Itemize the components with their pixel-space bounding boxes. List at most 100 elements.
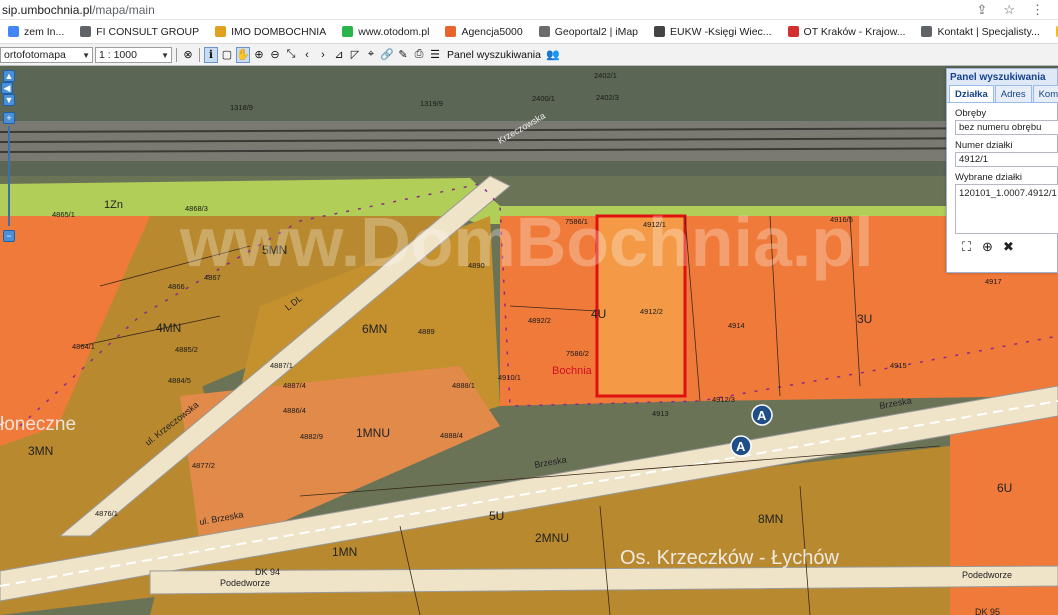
pan-down-icon[interactable]: ▼ <box>3 94 15 106</box>
coordinates-icon[interactable]: ⌖ <box>364 47 378 63</box>
parcel-label: 4916/5 <box>830 215 853 224</box>
bookmark-item[interactable]: Kontakt | Specjalisty... <box>913 20 1047 43</box>
users-icon[interactable]: 👥 <box>546 47 560 63</box>
next-view-icon[interactable]: › <box>316 47 330 63</box>
layer-select-value: ortofotomapa <box>4 48 66 61</box>
star-icon[interactable]: ☆ <box>1003 2 1015 18</box>
bookmarks-bar: zem In... FI CONSULT GROUP IMO DOMBOCHNIA w… <box>0 20 1058 44</box>
full-extent-icon[interactable]: ⤡ <box>284 47 298 63</box>
clear-icon[interactable]: ✖ <box>1001 239 1016 254</box>
road-number-label: DK 94 <box>255 567 280 577</box>
share-icon[interactable]: ⇪ <box>976 2 987 18</box>
parcel-label: 7586/2 <box>566 349 589 358</box>
toolbar-divider <box>199 47 200 62</box>
agency-icon <box>445 26 457 37</box>
apps-icon <box>8 26 19 37</box>
globe-icon <box>80 26 92 37</box>
bookmark-item[interactable]: Agencja5000 <box>437 20 530 43</box>
geoportal-icon <box>538 26 550 37</box>
browser-url-bar[interactable]: sip.umbochnia.pl/mapa/main ⇪ ☆ ⋮ <box>0 0 1058 20</box>
url-host: sip.umbochnia.pl <box>2 2 93 17</box>
parcel-label: 1319/9 <box>420 99 443 108</box>
zoom-out-icon[interactable]: ⊖ <box>268 47 282 63</box>
zone-label: 1MNU <box>356 426 390 440</box>
parcel-label: 4889 <box>418 327 435 336</box>
zoom-slider-track[interactable] <box>8 126 10 226</box>
bookmark-item[interactable]: Geoportal2 | iMap <box>531 20 646 43</box>
search-panel-button[interactable]: Panel wyszukiwania <box>444 49 544 61</box>
link-icon[interactable]: 🔗 <box>380 47 394 63</box>
print-icon[interactable]: ⎙ <box>412 47 426 63</box>
obreby-select[interactable]: bez numeru obrębu <box>955 120 1058 135</box>
zoom-control[interactable]: ▲ ◀ ▼ + − <box>1 66 15 246</box>
tab-adres[interactable]: Adres <box>994 85 1032 102</box>
zoom-in-icon[interactable]: ⊕ <box>252 47 266 63</box>
wybrane-dzialki-list[interactable]: 120101_1.0007.4912/1 <box>955 184 1058 234</box>
previous-view-icon[interactable]: ‹ <box>300 47 314 63</box>
pan-up-icon[interactable]: ▲ <box>3 70 15 82</box>
search-panel: Panel wyszukiwania Działka Adres Komis O… <box>946 68 1058 273</box>
url-text[interactable]: sip.umbochnia.pl/mapa/main <box>0 3 155 17</box>
zone-label: 8MN <box>758 512 783 526</box>
parcel-label: 4887/1 <box>270 361 293 370</box>
parcel-label: 4865/1 <box>52 210 75 219</box>
search-panel-actions: ⛶ ⊕ ✖ <box>947 234 1057 254</box>
parcel-label: 4867 <box>204 273 221 282</box>
tab-dzialka[interactable]: Działka <box>949 85 994 102</box>
chevron-down-icon: ▼ <box>161 50 169 60</box>
zoom-minus-icon[interactable]: − <box>3 230 15 242</box>
zone-label: 4MN <box>156 321 181 335</box>
tooltip-icon[interactable]: ▢ <box>220 47 234 63</box>
parcel-label: 1318/9 <box>230 103 253 112</box>
search-panel-tabs: Działka Adres Komis <box>947 85 1058 103</box>
parcel-label: 4882/9 <box>300 432 323 441</box>
parcel-label: 4864/1 <box>72 342 95 351</box>
layer-select[interactable]: ortofotomapa ▼ <box>0 46 93 63</box>
info-icon[interactable]: ℹ <box>204 46 218 63</box>
center-target-icon[interactable]: ⊕ <box>980 239 995 254</box>
bookmark-label: FI CONSULT GROUP <box>96 25 200 38</box>
bookmark-label: Agencja5000 <box>461 25 523 38</box>
street-label: Podedworze <box>220 578 270 588</box>
zone-label: 1MN <box>332 545 357 559</box>
measure-length-icon[interactable]: ⊿ <box>332 47 346 63</box>
bookmark-label: www.otodom.pl <box>358 25 430 38</box>
numer-dzialki-input[interactable]: 4912/1 <box>955 152 1058 167</box>
zoom-extent-icon[interactable]: ⛶ <box>959 239 974 254</box>
bookmark-item[interactable]: www.otodom.pl <box>334 20 437 43</box>
zoom-plus-icon[interactable]: + <box>3 112 15 124</box>
bus-stop-letter: A <box>757 408 767 423</box>
parcel-label: 4915 <box>890 361 907 370</box>
bookmark-item[interactable]: EUKW -Księgi Wiec... <box>646 20 780 43</box>
url-path: /mapa/main <box>92 2 155 17</box>
browser-actions: ⇪ ☆ ⋮ <box>976 2 1058 18</box>
toolbar-divider <box>176 47 177 62</box>
pan-hand-icon[interactable]: ✋ <box>236 46 250 63</box>
zone-label: 3MN <box>28 444 53 458</box>
bookmark-item[interactable]: IMO DOMBOCHNIA <box>207 20 334 43</box>
scale-select[interactable]: 1 : 1000 ▼ <box>95 46 172 63</box>
map-canvas[interactable]: 1Zn 5MN 4MN 6MN 4U 3U 1MNU 3MN 2MNU 5U 8… <box>0 66 1058 615</box>
town-label: Bochnia <box>552 365 593 377</box>
obreby-label: Obręby <box>955 108 987 119</box>
bookmark-item[interactable]: FI CONSULT GROUP <box>72 20 207 43</box>
zone-label: 3U <box>857 312 872 326</box>
measure-area-icon[interactable]: ◸ <box>348 47 362 63</box>
bookmark-item[interactable]: OT Kraków - Krajow... <box>780 20 914 43</box>
bookmark-item[interactable]: zem In... <box>0 20 72 43</box>
tab-komis[interactable]: Komis <box>1032 85 1058 102</box>
more-icon[interactable]: ⋮ <box>1031 2 1044 18</box>
bookmark-item[interactable]: Serwis piecyków Kr... <box>1048 20 1058 43</box>
parcel-label: 2402/1 <box>594 71 617 80</box>
bookmark-label: OT Kraków - Krajow... <box>803 25 906 38</box>
close-icon[interactable]: ⊗ <box>181 47 195 63</box>
legend-icon[interactable]: ☰ <box>428 47 442 63</box>
ot-icon <box>787 26 799 37</box>
scale-select-value: 1 : 1000 <box>99 48 137 61</box>
parcel-label: 4888/1 <box>452 381 475 390</box>
parcel-label: 4886/4 <box>283 406 306 415</box>
wybrane-dzialki-label: Wybrane działki <box>955 172 1022 183</box>
edit-icon[interactable]: ✎ <box>396 47 410 63</box>
pan-left-icon[interactable]: ◀ <box>1 82 13 94</box>
map-view[interactable]: 1Zn 5MN 4MN 6MN 4U 3U 1MNU 3MN 2MNU 5U 8… <box>0 66 1058 615</box>
